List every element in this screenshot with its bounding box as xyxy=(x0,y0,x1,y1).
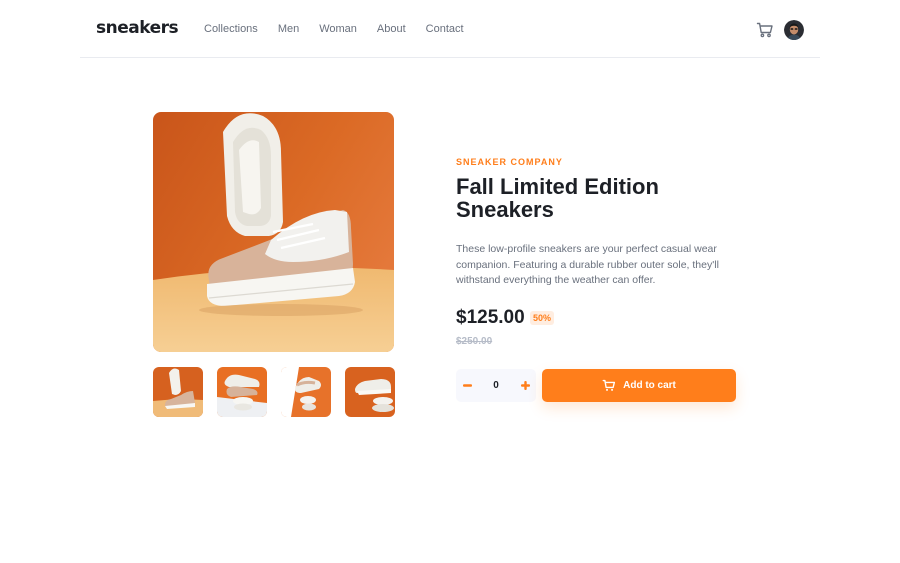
original-price: $250.00 xyxy=(456,336,493,347)
nav-item-about[interactable]: About xyxy=(377,23,406,35)
discount-badge: 50% xyxy=(530,311,555,325)
cart-icon xyxy=(756,22,773,38)
user-avatar[interactable] xyxy=(784,20,804,40)
nav-item-collections[interactable]: Collections xyxy=(204,23,258,35)
thumbnail-image-1 xyxy=(153,367,203,417)
quantity-stepper: 0 xyxy=(456,369,536,402)
nav-item-woman[interactable]: Woman xyxy=(319,23,357,35)
add-to-cart-button[interactable]: Add to cart xyxy=(542,369,736,402)
thumbnail-3[interactable] xyxy=(281,367,331,417)
thumbnail-image-2 xyxy=(217,367,267,417)
product-title: Fall Limited Edition Sneakers xyxy=(456,174,659,222)
add-to-cart-label: Add to cart xyxy=(623,380,676,391)
nav-item-contact[interactable]: Contact xyxy=(426,23,464,35)
product-main-image[interactable] xyxy=(153,112,394,352)
thumbnail-2[interactable] xyxy=(217,367,267,417)
current-price: $125.00 xyxy=(456,307,525,328)
thumbnail-image-4 xyxy=(345,367,395,417)
cart-button[interactable] xyxy=(756,21,774,39)
thumbnail-4[interactable] xyxy=(345,367,395,417)
brand-logo[interactable]: sneakers xyxy=(96,18,179,38)
main-nav: Collections Men Woman About Contact xyxy=(204,23,464,35)
company-name: SNEAKER COMPANY xyxy=(456,157,563,167)
thumbnail-image-3 xyxy=(281,367,331,417)
decrease-quantity-button[interactable] xyxy=(456,369,478,402)
thumbnail-strip xyxy=(153,367,395,417)
cart-icon xyxy=(602,379,616,391)
product-description: These low-profile sneakers are your perf… xyxy=(456,243,719,286)
thumbnail-1[interactable] xyxy=(153,367,203,417)
site-header: sneakers Collections Men Woman About Con… xyxy=(80,0,820,58)
minus-icon xyxy=(462,384,472,387)
avatar-image xyxy=(784,20,804,40)
sneaker-hero-photo xyxy=(153,112,394,352)
nav-item-men[interactable]: Men xyxy=(278,23,299,35)
increase-quantity-button[interactable] xyxy=(514,369,536,402)
plus-icon xyxy=(520,381,530,390)
quantity-value[interactable]: 0 xyxy=(478,369,514,402)
